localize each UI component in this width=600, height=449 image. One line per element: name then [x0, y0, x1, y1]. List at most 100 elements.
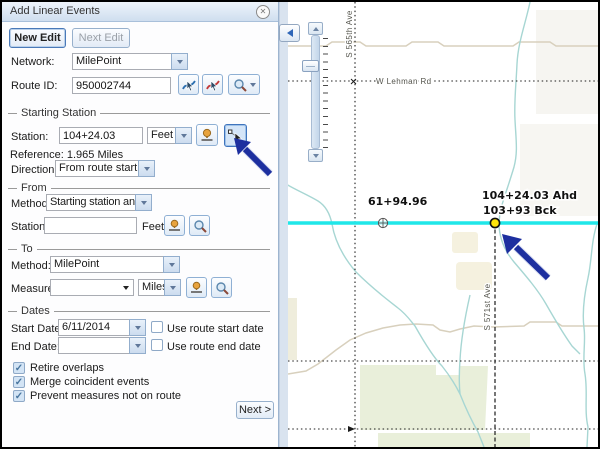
to-set-measure-button[interactable] — [186, 277, 207, 298]
zoom-in-button[interactable] — [308, 22, 323, 35]
road-label-left-ave: S 565th Ave — [345, 10, 354, 58]
section-dates: Dates — [8, 305, 270, 317]
to-units-dropdown[interactable]: Miles — [138, 279, 181, 296]
use-route-start-date-checkbox[interactable]: ✓ — [151, 321, 163, 333]
chevron-down-icon — [170, 286, 176, 290]
chevron-down-icon — [141, 201, 147, 205]
section-from: From — [8, 182, 270, 194]
next-button[interactable]: Next > — [236, 401, 274, 419]
panel-title: Add Linear Events — [10, 5, 100, 17]
event-label-station2-back: 103+93 Bck — [483, 204, 557, 217]
close-icon[interactable]: ✕ — [256, 5, 270, 19]
event-label-station2-ahead: 104+24.03 Ahd — [482, 189, 577, 202]
field-polygon — [452, 232, 478, 253]
network-label: Network: — [11, 56, 54, 68]
merge-coincident-label: Merge coincident events — [30, 376, 149, 388]
use-route-end-date-checkbox[interactable]: ✓ — [151, 339, 163, 351]
panel-titlebar: Add Linear Events ✕ — [2, 2, 278, 22]
from-method-value: Starting station and offset — [46, 194, 135, 211]
combo-chevron-icon[interactable] — [123, 286, 129, 290]
from-zoom-button[interactable] — [189, 215, 210, 236]
chevron-down-icon — [313, 154, 319, 158]
to-method-label: Method: — [11, 260, 51, 272]
from-method-dropdown-button[interactable] — [135, 194, 152, 211]
end-date-dropdown[interactable] — [58, 337, 146, 354]
set-station-button[interactable] — [196, 124, 218, 146]
network-dropdown-button[interactable] — [171, 53, 188, 70]
panel-map-splitter[interactable] — [279, 2, 288, 447]
chevron-down-icon — [135, 326, 141, 330]
station-marker-circle-cross — [378, 218, 387, 227]
landuse-patch — [520, 124, 598, 216]
zoom-slider-ticks — [323, 38, 328, 148]
station-units-dropdown[interactable]: Feet — [147, 127, 192, 144]
road-tick — [348, 426, 355, 432]
retire-overlaps-checkbox[interactable]: ✓ — [13, 362, 25, 374]
station-pin-icon — [199, 127, 215, 143]
retire-overlaps-label: Retire overlaps — [30, 362, 104, 374]
select-route-on-map-button[interactable] — [178, 74, 199, 95]
stream-line — [583, 224, 597, 447]
station-pin-icon — [189, 280, 204, 295]
landuse-patch — [288, 298, 297, 360]
clear-route-icon — [205, 77, 221, 93]
start-date-dropdown[interactable]: 6/11/2014 — [58, 319, 146, 336]
section-starting-station: Starting Station — [8, 107, 270, 119]
new-edit-button[interactable]: New Edit — [9, 28, 66, 48]
chevron-up-icon — [313, 27, 319, 31]
end-date-dropdown-button[interactable] — [129, 337, 146, 354]
to-method-dropdown[interactable]: MilePoint — [50, 256, 180, 273]
direction-value: From route start — [55, 160, 138, 177]
chevron-down-icon — [144, 167, 150, 171]
to-units-value: Miles — [138, 279, 164, 296]
chevron-down-icon — [177, 60, 183, 64]
end-date-label: End Date: — [11, 341, 60, 353]
to-units-dropdown-button[interactable] — [164, 279, 181, 296]
route-id-input[interactable] — [72, 77, 171, 94]
chevron-left-icon — [287, 29, 293, 37]
to-method-dropdown-button[interactable] — [163, 256, 180, 273]
section-to: To — [8, 243, 270, 255]
direction-dropdown-button[interactable] — [138, 160, 155, 177]
start-date-value: 6/11/2014 — [58, 319, 129, 336]
station-input[interactable] — [59, 127, 143, 144]
from-method-label: Method: — [11, 198, 51, 210]
magnifier-icon — [193, 219, 207, 233]
route-id-label: Route ID: — [11, 80, 57, 92]
magnifier-icon — [233, 78, 247, 92]
road-tick — [351, 79, 356, 84]
from-set-station-button[interactable] — [164, 215, 185, 236]
field-polygon — [360, 365, 488, 430]
clear-route-selection-button[interactable] — [202, 74, 223, 95]
from-method-dropdown[interactable]: Starting station and offset — [46, 194, 152, 211]
to-zoom-button[interactable] — [211, 277, 232, 298]
network-dropdown[interactable]: MilePoint — [72, 53, 188, 70]
to-measure-combo[interactable] — [50, 279, 134, 296]
prevent-measures-label: Prevent measures not on route — [30, 390, 181, 402]
event-label-station1: 61+94.96 — [368, 195, 428, 208]
add-linear-events-panel: Add Linear Events ✕ New Edit Next Edit N… — [2, 2, 279, 447]
zoom-out-button[interactable] — [308, 149, 323, 162]
screenshot-frame: Add Linear Events ✕ New Edit Next Edit N… — [0, 0, 600, 449]
use-route-start-date-label: Use route start date — [167, 323, 264, 335]
zoom-to-route-button[interactable] — [228, 74, 260, 95]
road-label-right-ave: S 571st Ave — [483, 283, 492, 330]
zoom-slider-track[interactable] — [311, 35, 320, 149]
app-window: Add Linear Events ✕ New Edit Next Edit N… — [2, 2, 598, 447]
from-station-label: Station: — [11, 221, 48, 233]
road-label-lehman: W Lehman Rd — [376, 77, 432, 86]
zoom-slider-thumb[interactable] — [302, 60, 319, 72]
station-units-value: Feet — [147, 127, 175, 144]
merge-coincident-checkbox[interactable]: ✓ — [13, 376, 25, 388]
prevent-measures-checkbox[interactable]: ✓ — [13, 390, 25, 402]
station-label: Station: — [11, 131, 48, 143]
chevron-down-icon — [181, 134, 187, 138]
direction-dropdown[interactable]: From route start — [55, 160, 155, 177]
collapse-panel-tab[interactable] — [279, 24, 300, 42]
start-date-dropdown-button[interactable] — [129, 319, 146, 336]
to-method-value: MilePoint — [50, 256, 163, 273]
annotation-arrow-panel — [226, 130, 278, 182]
from-station-input[interactable] — [44, 217, 137, 234]
station-units-dropdown-button[interactable] — [175, 127, 192, 144]
map-canvas[interactable]: W Lehman Rd S 565th Ave S 571st Ave 61+9… — [288, 2, 598, 447]
